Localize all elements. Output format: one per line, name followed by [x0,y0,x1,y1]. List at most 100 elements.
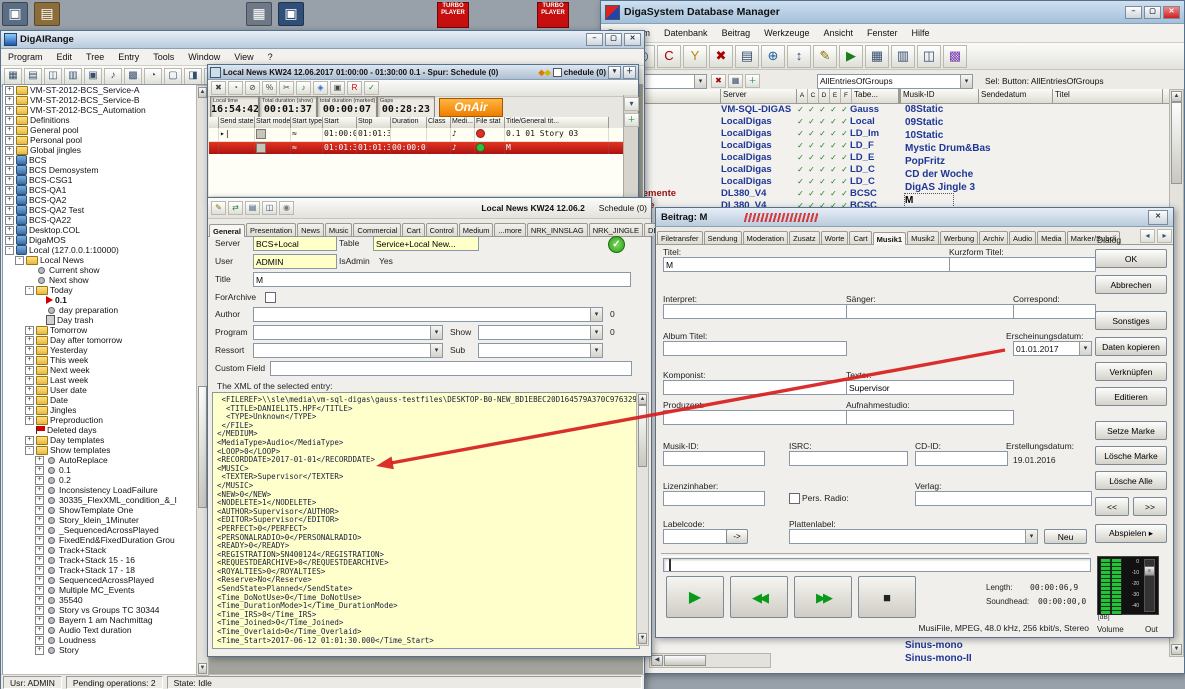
calendar-day-icon[interactable]: ▦ [4,68,22,85]
columns-icon[interactable]: ◫ [917,45,941,68]
tree-expander[interactable]: - [25,446,34,455]
day-list-icon[interactable]: ▤ [24,68,42,85]
tree-expander[interactable]: + [5,236,14,245]
add-icon[interactable]: ＋ [624,113,639,127]
menu-datenbank[interactable]: Datenbank [657,26,715,40]
tab-worte[interactable]: Worte [821,231,849,244]
menu-beitrag[interactable]: Beitrag [715,26,758,40]
tree-item[interactable]: +Inconsistency LoadFailure [3,485,208,495]
chevron-down-icon[interactable]: ▾ [960,75,972,88]
close-button[interactable]: ✕ [1163,6,1180,19]
tree-expander[interactable]: + [25,366,34,375]
tree-expander[interactable]: + [35,636,44,645]
dbm-entry-row[interactable]: Mystic Drum&Bas [903,142,1169,155]
clock-icon[interactable]: ◔ [144,68,162,85]
column-header-flag[interactable]: F [841,89,852,103]
xml-view[interactable]: <FILEREF>\\sle\media\vm-sql-digas\gauss-… [212,392,640,649]
tab-werbung[interactable]: Werbung [940,231,978,244]
button-l-sche-alle[interactable]: Lösche Alle [1095,471,1167,490]
dbm-entry-row[interactable]: PopFritz [903,155,1169,168]
tree-item[interactable]: +Global jingles [3,145,208,155]
edit-icon[interactable]: ✎ [211,201,226,215]
dbm-table-row[interactable]: ptyLocalDigas✓✓✓✓✓LD_E [601,151,901,163]
tree-item[interactable]: +Bayern 1 am Nachmittag [3,615,208,625]
schedule-row[interactable]: ▸|≈01:00:0001:01:30♪0.1 01 Story 03 [209,128,623,142]
tree-expander[interactable]: + [5,166,14,175]
monitor-icon[interactable]: ▣ [84,68,102,85]
document-icon[interactable]: ▤ [245,201,260,215]
chevron-down-icon[interactable]: ▾ [694,75,706,88]
tree-item[interactable]: +ShowTemplate One [3,505,208,515]
tab-musik2[interactable]: Musik2 [907,231,939,244]
folder-icon[interactable]: ▦ [246,2,272,26]
aufnahmestudio-field[interactable] [846,410,1014,425]
correspond-field[interactable] [1013,304,1096,319]
onair-button[interactable]: OnAir [439,98,503,117]
tree-item[interactable]: +BCS Demosystem [3,165,208,175]
tree-expander[interactable]: + [5,96,14,105]
menu-ansicht[interactable]: Ansicht [816,26,860,40]
tab-control[interactable]: Control [426,223,458,236]
tree-expander[interactable]: + [5,206,14,215]
updown-icon[interactable]: ↕ [787,45,811,68]
column-header-flag[interactable]: E [830,89,841,103]
scroll-up-icon[interactable]: ▲ [198,87,207,98]
column-header[interactable]: Duration [391,117,427,128]
menu-?[interactable]: ? [261,50,280,64]
save-icon[interactable]: ◫ [262,201,277,215]
column-header-flag[interactable]: A [797,89,808,103]
button-l-sche-marke[interactable]: Lösche Marke [1095,446,1167,465]
tab-cart[interactable]: Cart [849,231,871,244]
tree-item[interactable]: +Jingles [3,405,208,415]
scrollbar-thumb[interactable] [198,386,207,508]
schedule-titlebar[interactable]: Local News KW24 12.06.2017 01:00:00 - 01… [208,65,638,80]
tree-item[interactable]: +This week [3,355,208,365]
dbm-entry-row[interactable]: DigAS Jingle 3 [903,181,1169,194]
tab-more[interactable]: ...more [494,223,525,236]
tab-news[interactable]: News [297,223,324,236]
produzent-field[interactable] [663,410,847,425]
forbid-icon[interactable]: ⊘ [245,81,260,95]
chevron-down-icon[interactable]: ▾ [624,97,639,111]
button-abbrechen[interactable]: Abbrechen [1095,275,1167,294]
maximize-button[interactable]: ▢ [605,33,622,46]
lizenzinhaber-field[interactable] [663,491,765,506]
tree-item[interactable]: +Last week [3,375,208,385]
user-field[interactable] [253,254,337,269]
menu-werkzeuge[interactable]: Werkzeuge [757,26,816,40]
tree-item[interactable]: +BCS-CSG1 [3,175,208,185]
scrollbar-thumb[interactable] [638,405,647,467]
edit-icon[interactable]: ✎ [813,45,837,68]
album-field[interactable] [663,341,847,356]
tree-item[interactable]: +VM-ST-2012-BCS_Service-B [3,95,208,105]
menu-window[interactable]: Window [181,50,227,64]
tree-expander[interactable]: - [25,286,34,295]
add-icon[interactable]: ＋ [745,74,760,88]
tree-item[interactable]: +Track+Stack 15 - 16 [3,555,208,565]
volume-slider[interactable]: ≡ [1144,559,1155,612]
tree-expander[interactable]: + [5,186,14,195]
audio-icon[interactable]: ♪ [296,81,311,95]
tree-expander[interactable]: + [35,546,44,555]
tree-expander[interactable]: + [5,156,14,165]
column-header-sendedatum[interactable]: Sendedatum [979,89,1053,103]
clock-icon[interactable]: ◔ [228,81,243,95]
button-sonstiges[interactable]: Sonstiges [1095,311,1167,330]
tree-item[interactable]: +FixedEnd&FixedDuration Grou [3,535,208,545]
tree-item[interactable]: -Show templates [3,445,208,455]
globe-icon[interactable]: ⊕ [761,45,785,68]
tree-item[interactable]: +BCS-QA2 Test [3,205,208,215]
tree-item[interactable]: +Deleted days [3,425,208,435]
scroll-up-icon[interactable]: ▲ [638,394,647,405]
scroll-down-icon[interactable]: ▼ [1171,644,1182,655]
print-icon[interactable]: ▤ [735,45,759,68]
labelcode-field[interactable] [663,529,728,544]
tree-expander[interactable]: + [35,626,44,635]
tree-item[interactable]: -Local News [3,255,208,265]
tree-expander[interactable]: + [5,146,14,155]
column-header-flag[interactable]: C [808,89,819,103]
tab-musik1[interactable]: Musik1 [873,232,906,245]
dbm-table-row[interactable]: npLocalDigas✓✓✓✓✓Local [601,115,901,127]
saenger-field[interactable] [846,304,1014,319]
tree-item[interactable]: +Day after tomorrow [3,335,208,345]
